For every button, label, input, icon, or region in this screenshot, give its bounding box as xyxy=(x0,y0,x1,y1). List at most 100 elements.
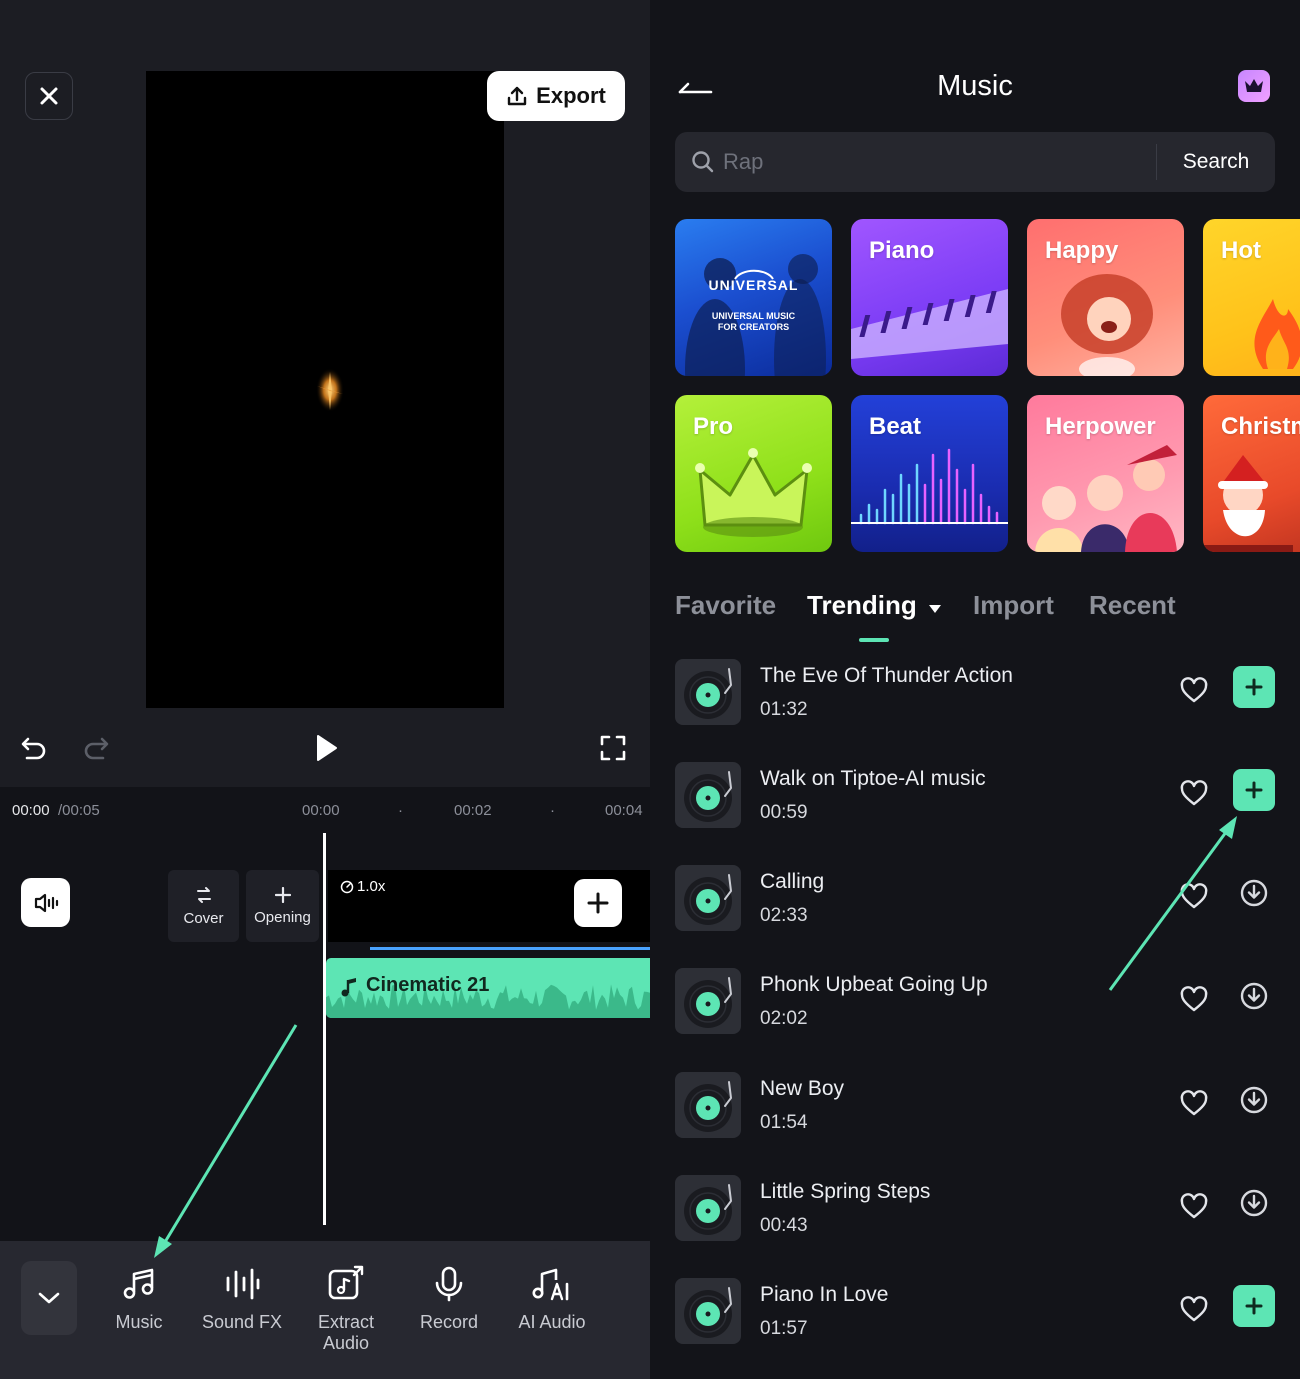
search-button[interactable]: Search xyxy=(1157,132,1275,192)
song-row[interactable]: The Eve Of Thunder Action 01:32 xyxy=(675,659,1275,727)
collapse-toolbar-button[interactable] xyxy=(21,1261,77,1335)
cover-swap-icon xyxy=(196,886,211,903)
favorite-button[interactable] xyxy=(1179,676,1209,706)
tab-recent[interactable]: Recent xyxy=(1089,590,1176,621)
music-tool-button[interactable]: Music xyxy=(89,1262,189,1333)
song-cover xyxy=(675,1175,741,1241)
add-song-button[interactable] xyxy=(1233,769,1275,811)
category-hot[interactable]: Hot xyxy=(1203,219,1300,376)
favorite-button[interactable] xyxy=(1179,882,1209,912)
clip-progress-line xyxy=(370,947,650,950)
heart-icon xyxy=(1180,986,1208,1012)
tool-label: Sound FX xyxy=(201,1312,283,1332)
song-cover xyxy=(675,762,741,828)
category-label: Piano xyxy=(869,237,935,264)
timeline-ruler: 00:00 /00:05 00:00 · 00:02 · 00:04 xyxy=(0,787,650,833)
category-universal[interactable]: UNIVERSAL UNIVERSAL MUSIC FOR CREATORS xyxy=(675,219,832,376)
play-button[interactable] xyxy=(310,732,342,764)
microphone-icon xyxy=(435,1266,463,1302)
playhead[interactable] xyxy=(323,833,326,1225)
favorite-button[interactable] xyxy=(1179,779,1209,809)
song-row[interactable]: New Boy 01:54 xyxy=(675,1072,1275,1140)
tool-label: Record xyxy=(419,1312,479,1332)
play-icon xyxy=(317,735,337,761)
premium-button[interactable] xyxy=(1238,70,1270,102)
song-title: Phonk Upbeat Going Up xyxy=(760,973,988,996)
add-song-button[interactable] xyxy=(1233,1285,1275,1327)
ruler-tick: 00:02 xyxy=(454,802,492,819)
category-christmas[interactable]: Christmas xyxy=(1203,395,1300,552)
undo-button[interactable] xyxy=(18,732,50,764)
add-clip-button[interactable] xyxy=(574,879,622,927)
undo-icon xyxy=(21,737,46,760)
vinyl-record-icon xyxy=(684,1184,733,1235)
opening-label: Opening xyxy=(254,908,311,926)
song-row[interactable]: Phonk Upbeat Going Up 02:02 xyxy=(675,968,1275,1036)
export-button[interactable]: Export xyxy=(487,71,625,121)
song-row[interactable]: Walk on Tiptoe-AI music 00:59 xyxy=(675,762,1275,830)
heart-icon xyxy=(1180,780,1208,806)
vinyl-record-icon xyxy=(684,1287,733,1338)
category-pro[interactable]: Pro xyxy=(675,395,832,552)
record-tool-button[interactable]: Record xyxy=(399,1262,499,1333)
total-time: /00:05 xyxy=(58,802,100,819)
category-beat[interactable]: Beat xyxy=(851,395,1008,552)
tool-label: Music xyxy=(115,1312,163,1332)
extract-audio-tool-button[interactable]: Extract Audio xyxy=(296,1262,396,1354)
tab-import[interactable]: Import xyxy=(973,590,1054,621)
mute-original-audio-button[interactable] xyxy=(21,878,70,927)
speed-label: 1.0x xyxy=(357,878,386,895)
tab-favorite[interactable]: Favorite xyxy=(675,590,776,621)
download-icon xyxy=(1240,1086,1268,1114)
opening-button[interactable]: Opening xyxy=(246,870,319,942)
favorite-button[interactable] xyxy=(1179,1089,1209,1119)
song-title: Piano In Love xyxy=(760,1283,889,1306)
song-duration: 02:33 xyxy=(760,905,808,926)
heart-icon xyxy=(1180,883,1208,909)
favorite-button[interactable] xyxy=(1179,1295,1209,1325)
redo-icon xyxy=(84,737,109,760)
cover-button[interactable]: Cover xyxy=(168,870,239,942)
ai-audio-tool-button[interactable]: AI Audio xyxy=(502,1262,602,1333)
category-label: Happy xyxy=(1045,237,1119,264)
category-label: Herpower xyxy=(1045,413,1156,440)
song-row[interactable]: Piano In Love 01:57 xyxy=(675,1278,1275,1346)
download-song-button[interactable] xyxy=(1233,1182,1275,1224)
song-title: The Eve Of Thunder Action xyxy=(760,664,1013,687)
search-icon xyxy=(692,151,714,173)
redo-button[interactable] xyxy=(80,732,112,764)
cover-label: Cover xyxy=(183,909,224,927)
vinyl-record-icon xyxy=(684,771,733,822)
song-row[interactable]: Calling 02:33 xyxy=(675,865,1275,933)
download-song-button[interactable] xyxy=(1233,1079,1275,1121)
download-song-button[interactable] xyxy=(1233,872,1275,914)
add-song-button[interactable] xyxy=(1233,666,1275,708)
search-input[interactable] xyxy=(723,142,1143,182)
song-row[interactable]: Little Spring Steps 00:43 xyxy=(675,1175,1275,1243)
ai-audio-icon xyxy=(532,1268,569,1301)
speaker-icon xyxy=(34,893,58,912)
close-icon xyxy=(40,87,58,105)
close-button[interactable] xyxy=(25,72,73,120)
category-herpower[interactable]: Herpower xyxy=(1027,395,1184,552)
favorite-button[interactable] xyxy=(1179,985,1209,1015)
song-title: Walk on Tiptoe-AI music xyxy=(760,767,986,790)
tab-trending[interactable]: Trending xyxy=(807,590,942,621)
editor-panel: Export 00:00 /00:05 00:00 · 00:02 · 00:0… xyxy=(0,0,650,1379)
page-title: Music xyxy=(937,70,1013,102)
favorite-button[interactable] xyxy=(1179,1192,1209,1222)
song-cover xyxy=(675,1072,741,1138)
sound-fx-tool-button[interactable]: Sound FX xyxy=(192,1262,292,1333)
music-clip[interactable]: Cinematic 21 xyxy=(326,958,650,1018)
download-icon xyxy=(1240,879,1268,907)
fullscreen-icon xyxy=(600,735,626,761)
download-song-button[interactable] xyxy=(1233,975,1275,1017)
vinyl-record-icon xyxy=(684,874,733,925)
category-label: Hot xyxy=(1221,237,1261,264)
fullscreen-button[interactable] xyxy=(597,732,629,764)
category-label: Beat xyxy=(869,413,922,440)
category-piano[interactable]: Piano xyxy=(851,219,1008,376)
song-duration: 01:57 xyxy=(760,1318,808,1339)
category-happy[interactable]: Happy xyxy=(1027,219,1184,376)
plus-icon xyxy=(274,886,291,903)
